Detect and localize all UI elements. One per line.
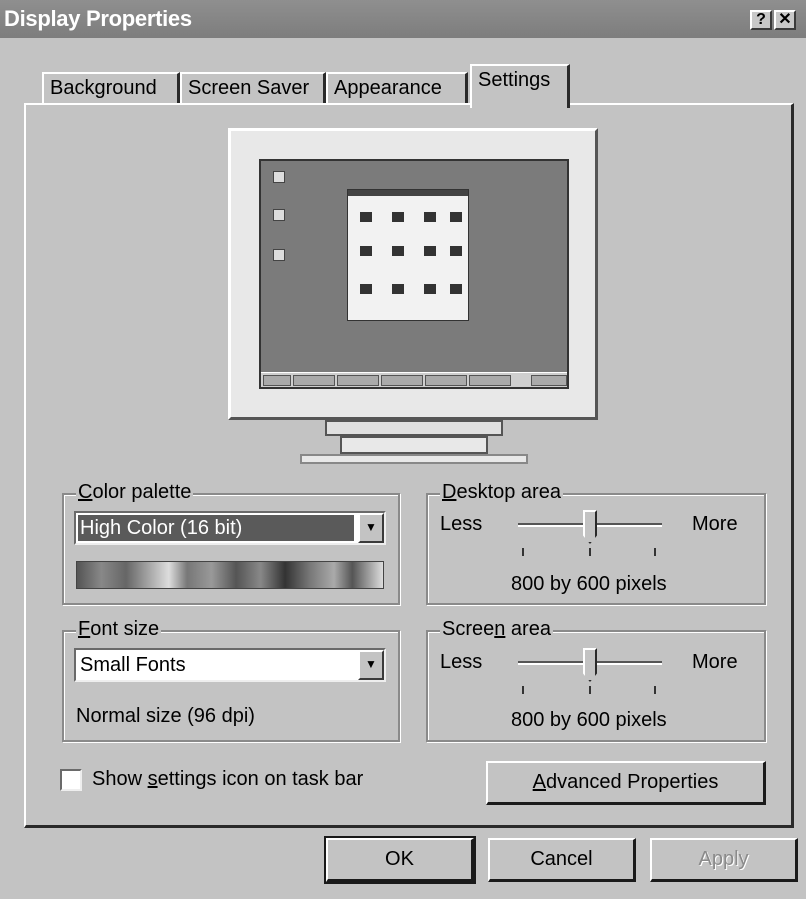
folder-icon	[424, 284, 436, 294]
screen-less-label: Less	[440, 651, 483, 673]
slider-tick	[589, 548, 591, 556]
slider-tick	[589, 686, 591, 694]
monitor-base	[300, 454, 528, 464]
color-palette-select[interactable]: High Color (16 bit) ▼	[74, 511, 386, 545]
ok-button[interactable]: OK	[324, 836, 476, 884]
preview-window-titlebar	[348, 190, 468, 196]
preview-task-item	[381, 375, 423, 386]
font-size-select[interactable]: Small Fonts ▼	[74, 648, 386, 682]
desktop-area-legend: Desktop area	[440, 481, 563, 504]
color-palette-value: High Color (16 bit)	[78, 515, 354, 541]
apply-button[interactable]: Apply	[650, 838, 798, 882]
chevron-down-icon[interactable]: ▼	[358, 650, 384, 680]
my-computer-icon	[273, 171, 285, 183]
desktop-less-label: Less	[440, 513, 483, 535]
monitor-stand	[340, 436, 488, 454]
folder-icon	[450, 212, 462, 222]
folder-icon	[424, 246, 436, 256]
desktop-more-label: More	[692, 513, 738, 535]
preview-screen	[259, 159, 569, 389]
tab-appearance[interactable]: Appearance	[326, 72, 468, 104]
preview-window	[347, 189, 469, 321]
screen-more-label: More	[692, 651, 738, 673]
show-settings-icon-label[interactable]: Show settings icon on task bar	[92, 768, 363, 791]
color-palette-preview	[76, 561, 384, 589]
tab-background[interactable]: Background	[42, 72, 180, 104]
folder-icon	[360, 284, 372, 294]
preview-task-item	[293, 375, 335, 386]
preview-task-item	[425, 375, 467, 386]
folder-icon	[450, 246, 462, 256]
close-button[interactable]: ✕	[774, 10, 796, 30]
desktop-area-value: 800 by 600 pixels	[511, 573, 667, 595]
font-size-value: Small Fonts	[80, 654, 186, 676]
preview-start-button	[263, 375, 291, 386]
slider-tick	[654, 686, 656, 694]
cancel-button[interactable]: Cancel	[488, 838, 636, 882]
preview-task-item	[469, 375, 511, 386]
preview-task-item	[337, 375, 379, 386]
network-icon	[273, 209, 285, 221]
title-bar[interactable]: Display Properties ? ✕	[0, 0, 806, 38]
folder-icon	[360, 212, 372, 222]
screen-area-value: 800 by 600 pixels	[511, 709, 667, 731]
slider-tick	[654, 548, 656, 556]
screen-area-legend: Screen area	[440, 618, 553, 641]
folder-icon	[392, 246, 404, 256]
monitor-neck	[325, 420, 503, 436]
display-properties-dialog: Display Properties ? ✕ Background Screen…	[0, 0, 806, 899]
show-settings-icon-checkbox[interactable]	[60, 769, 82, 791]
font-size-legend: Font size	[76, 618, 162, 641]
folder-icon	[392, 284, 404, 294]
tab-screen-saver[interactable]: Screen Saver	[180, 72, 326, 104]
advanced-properties-button[interactable]: Advanced Properties	[486, 761, 766, 805]
preview-taskbar	[261, 372, 567, 387]
slider-tick	[522, 548, 524, 556]
monitor-preview	[228, 128, 598, 420]
font-size-note: Normal size (96 dpi)	[76, 705, 255, 727]
slider-tick	[522, 686, 524, 694]
folder-icon	[424, 212, 436, 222]
help-button[interactable]: ?	[750, 10, 772, 30]
chevron-down-icon[interactable]: ▼	[358, 513, 384, 543]
color-palette-legend: Color palette	[76, 481, 194, 504]
folder-icon	[392, 212, 404, 222]
window-title: Display Properties	[4, 6, 192, 31]
folder-icon	[360, 246, 372, 256]
recycle-bin-icon	[273, 249, 285, 261]
folder-icon	[450, 284, 462, 294]
preview-clock	[531, 375, 567, 386]
tab-settings[interactable]: Settings	[470, 64, 570, 108]
